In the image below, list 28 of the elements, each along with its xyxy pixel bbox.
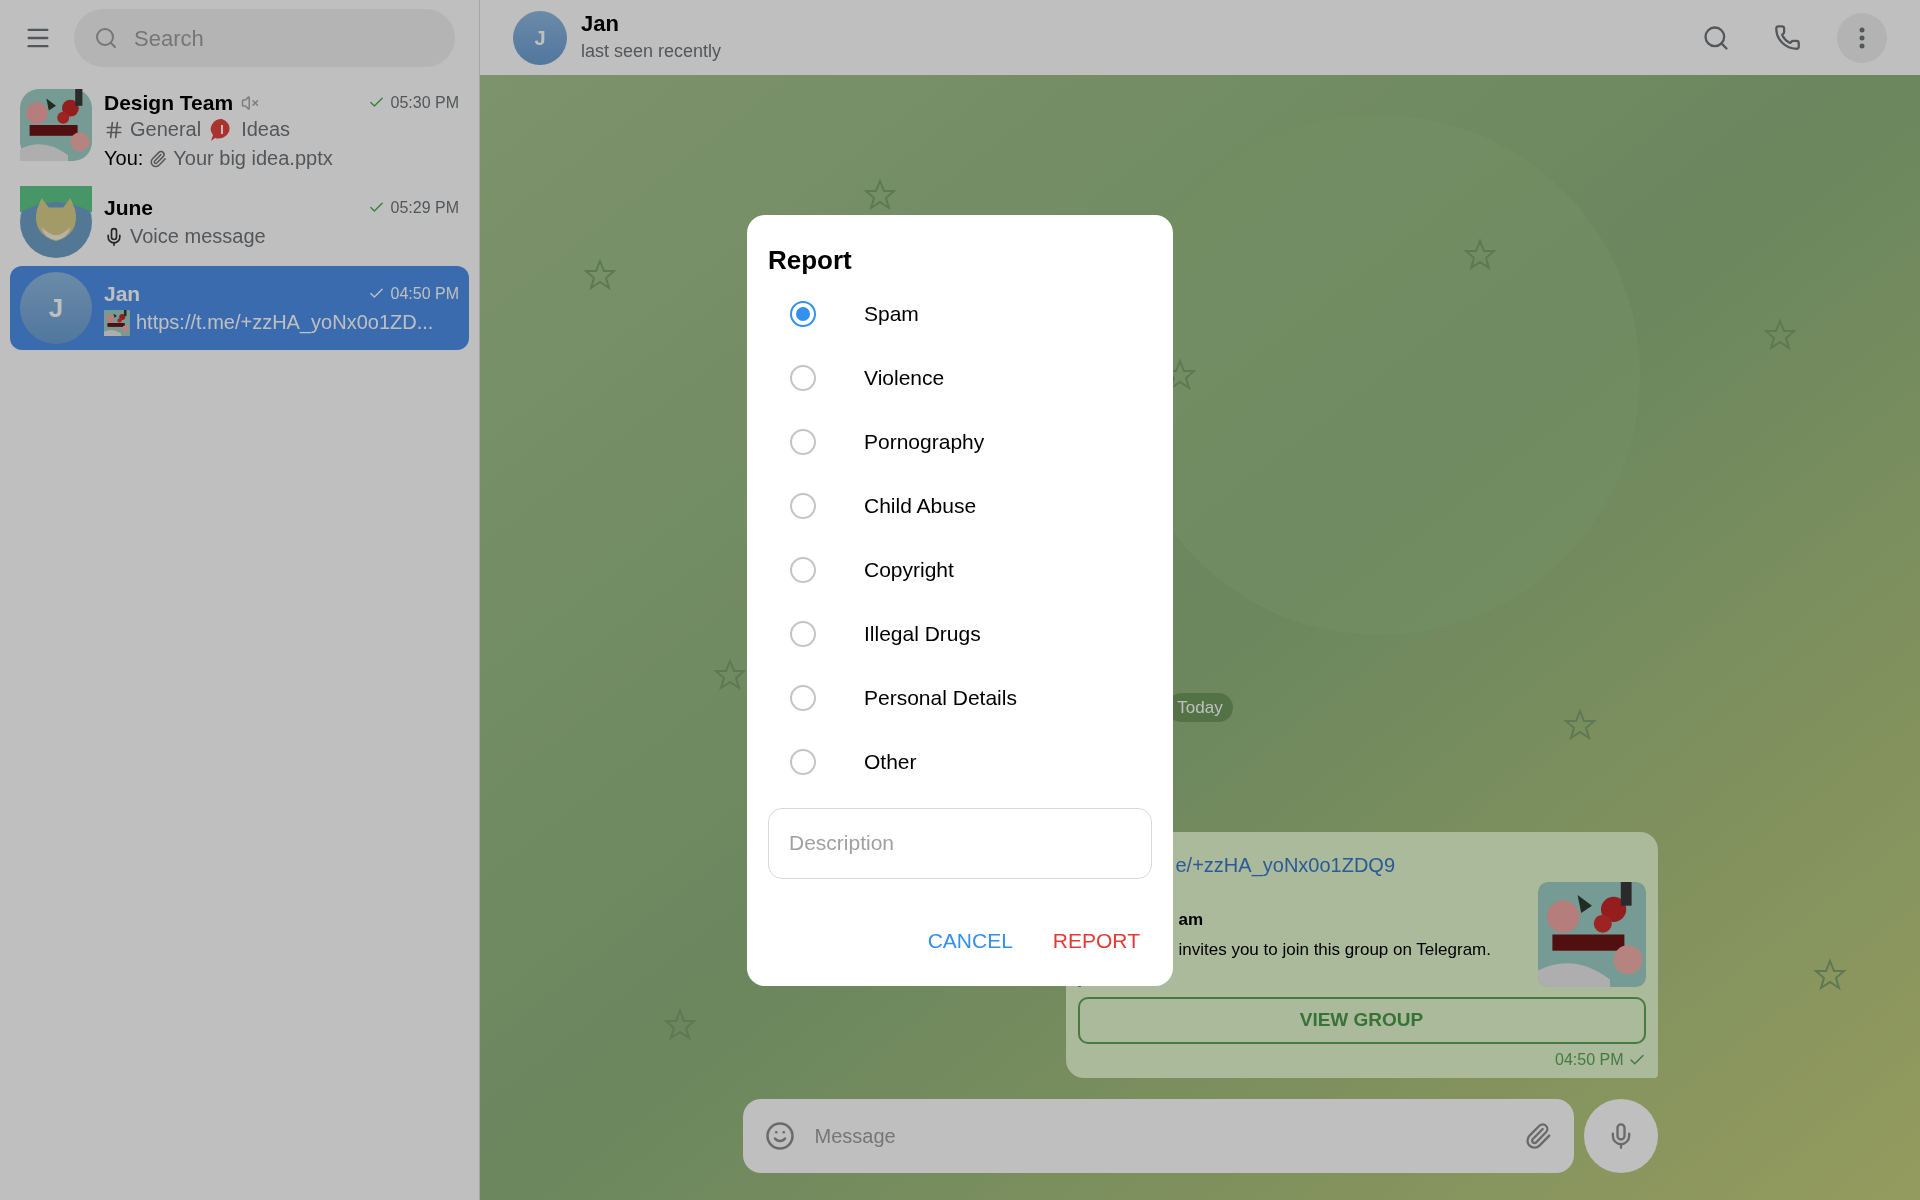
topic-label: General [130, 117, 202, 142]
chat-item[interactable]: June 05:29 PM Voice message [10, 180, 469, 264]
search-input[interactable]: Search [134, 21, 435, 55]
more-icon [1859, 26, 1865, 49]
search-icon [94, 26, 118, 50]
sender-label: You: [104, 146, 144, 171]
chat-name: Design Team [104, 90, 234, 116]
chat-name: June [104, 195, 153, 221]
search-field[interactable]: Search [74, 9, 455, 67]
more-button[interactable] [1837, 12, 1887, 63]
chat-item[interactable]: Design Team 05:30 PM General Ideas You: Your big idea.pptx [10, 83, 469, 178]
message-preview: Your big idea.pptx [173, 146, 333, 171]
message-preview: Voice message [130, 224, 266, 249]
phone-icon[interactable] [1774, 24, 1801, 51]
topic-label: Ideas [241, 117, 291, 142]
message-preview: https://t.me/+zzHA_yoNx0o1ZD... [136, 310, 434, 336]
chat-title: Jan [581, 10, 620, 38]
chat-name: Jan [104, 281, 141, 307]
hash-icon [104, 119, 124, 140]
avatar: J [513, 10, 567, 65]
microphone-icon [104, 226, 124, 247]
chat-time: 05:30 PM [390, 93, 459, 113]
avatar: J [20, 272, 92, 344]
search-icon[interactable] [1702, 23, 1730, 52]
paperclip-icon [149, 149, 168, 168]
chat-time: 05:29 PM [390, 198, 459, 218]
chat-time: 04:50 PM [390, 284, 459, 304]
chat-status: last seen recently [581, 39, 722, 63]
